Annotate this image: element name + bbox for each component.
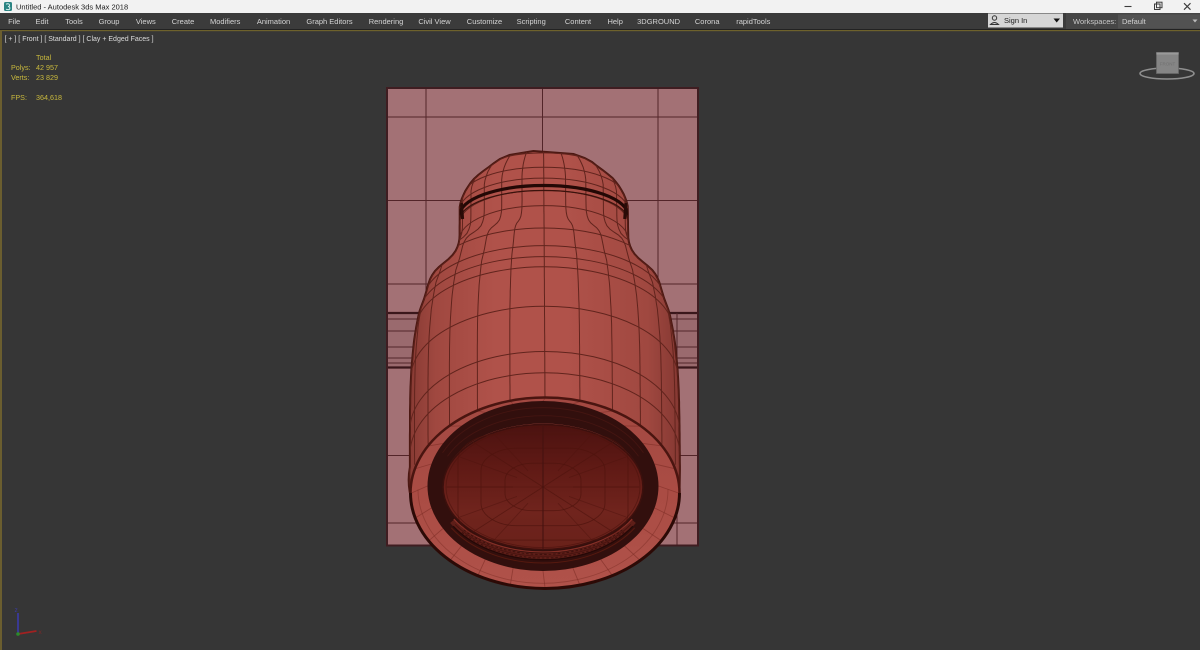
svg-text:Verts:: Verts: <box>11 73 29 82</box>
svg-text:rapidTools: rapidTools <box>736 17 770 26</box>
svg-text:Workspaces:: Workspaces: <box>1073 17 1116 26</box>
svg-text:File: File <box>8 17 20 26</box>
svg-text:3DGROUND: 3DGROUND <box>637 17 681 26</box>
svg-text:Corona: Corona <box>695 17 720 26</box>
svg-text:Tools: Tools <box>65 17 83 26</box>
svg-text:Create: Create <box>172 17 195 26</box>
svg-text:Views: Views <box>136 17 156 26</box>
svg-text:FRONT: FRONT <box>1160 62 1176 67</box>
svg-text:Total: Total <box>36 53 52 62</box>
svg-text:Default: Default <box>1122 17 1147 26</box>
svg-text:23 829: 23 829 <box>36 73 58 82</box>
svg-text:Civil View: Civil View <box>418 17 451 26</box>
svg-text:Animation: Animation <box>257 17 290 26</box>
svg-text:Untitled - Autodesk 3ds Max 20: Untitled - Autodesk 3ds Max 2018 <box>16 3 128 12</box>
svg-text:Content: Content <box>565 17 592 26</box>
svg-text:364,618: 364,618 <box>36 93 62 102</box>
svg-text:Help: Help <box>607 17 622 26</box>
svg-text:[ + ] [ Front ] [ Standard ] [: [ + ] [ Front ] [ Standard ] [ Clay + Ed… <box>5 36 154 43</box>
svg-text:Graph Editors: Graph Editors <box>306 17 353 26</box>
svg-text:Sign In: Sign In <box>1004 16 1027 25</box>
svg-text:z: z <box>15 607 18 614</box>
svg-text:42 957: 42 957 <box>36 63 58 72</box>
svg-text:FPS:: FPS: <box>11 93 27 102</box>
svg-text:Scripting: Scripting <box>517 17 546 26</box>
svg-text:Group: Group <box>99 17 120 26</box>
svg-text:Polys:: Polys: <box>11 63 31 72</box>
svg-text:Customize: Customize <box>467 17 502 26</box>
svg-text:Rendering: Rendering <box>369 17 404 26</box>
svg-text:Edit: Edit <box>36 17 50 26</box>
svg-text:Modifiers: Modifiers <box>210 17 241 26</box>
